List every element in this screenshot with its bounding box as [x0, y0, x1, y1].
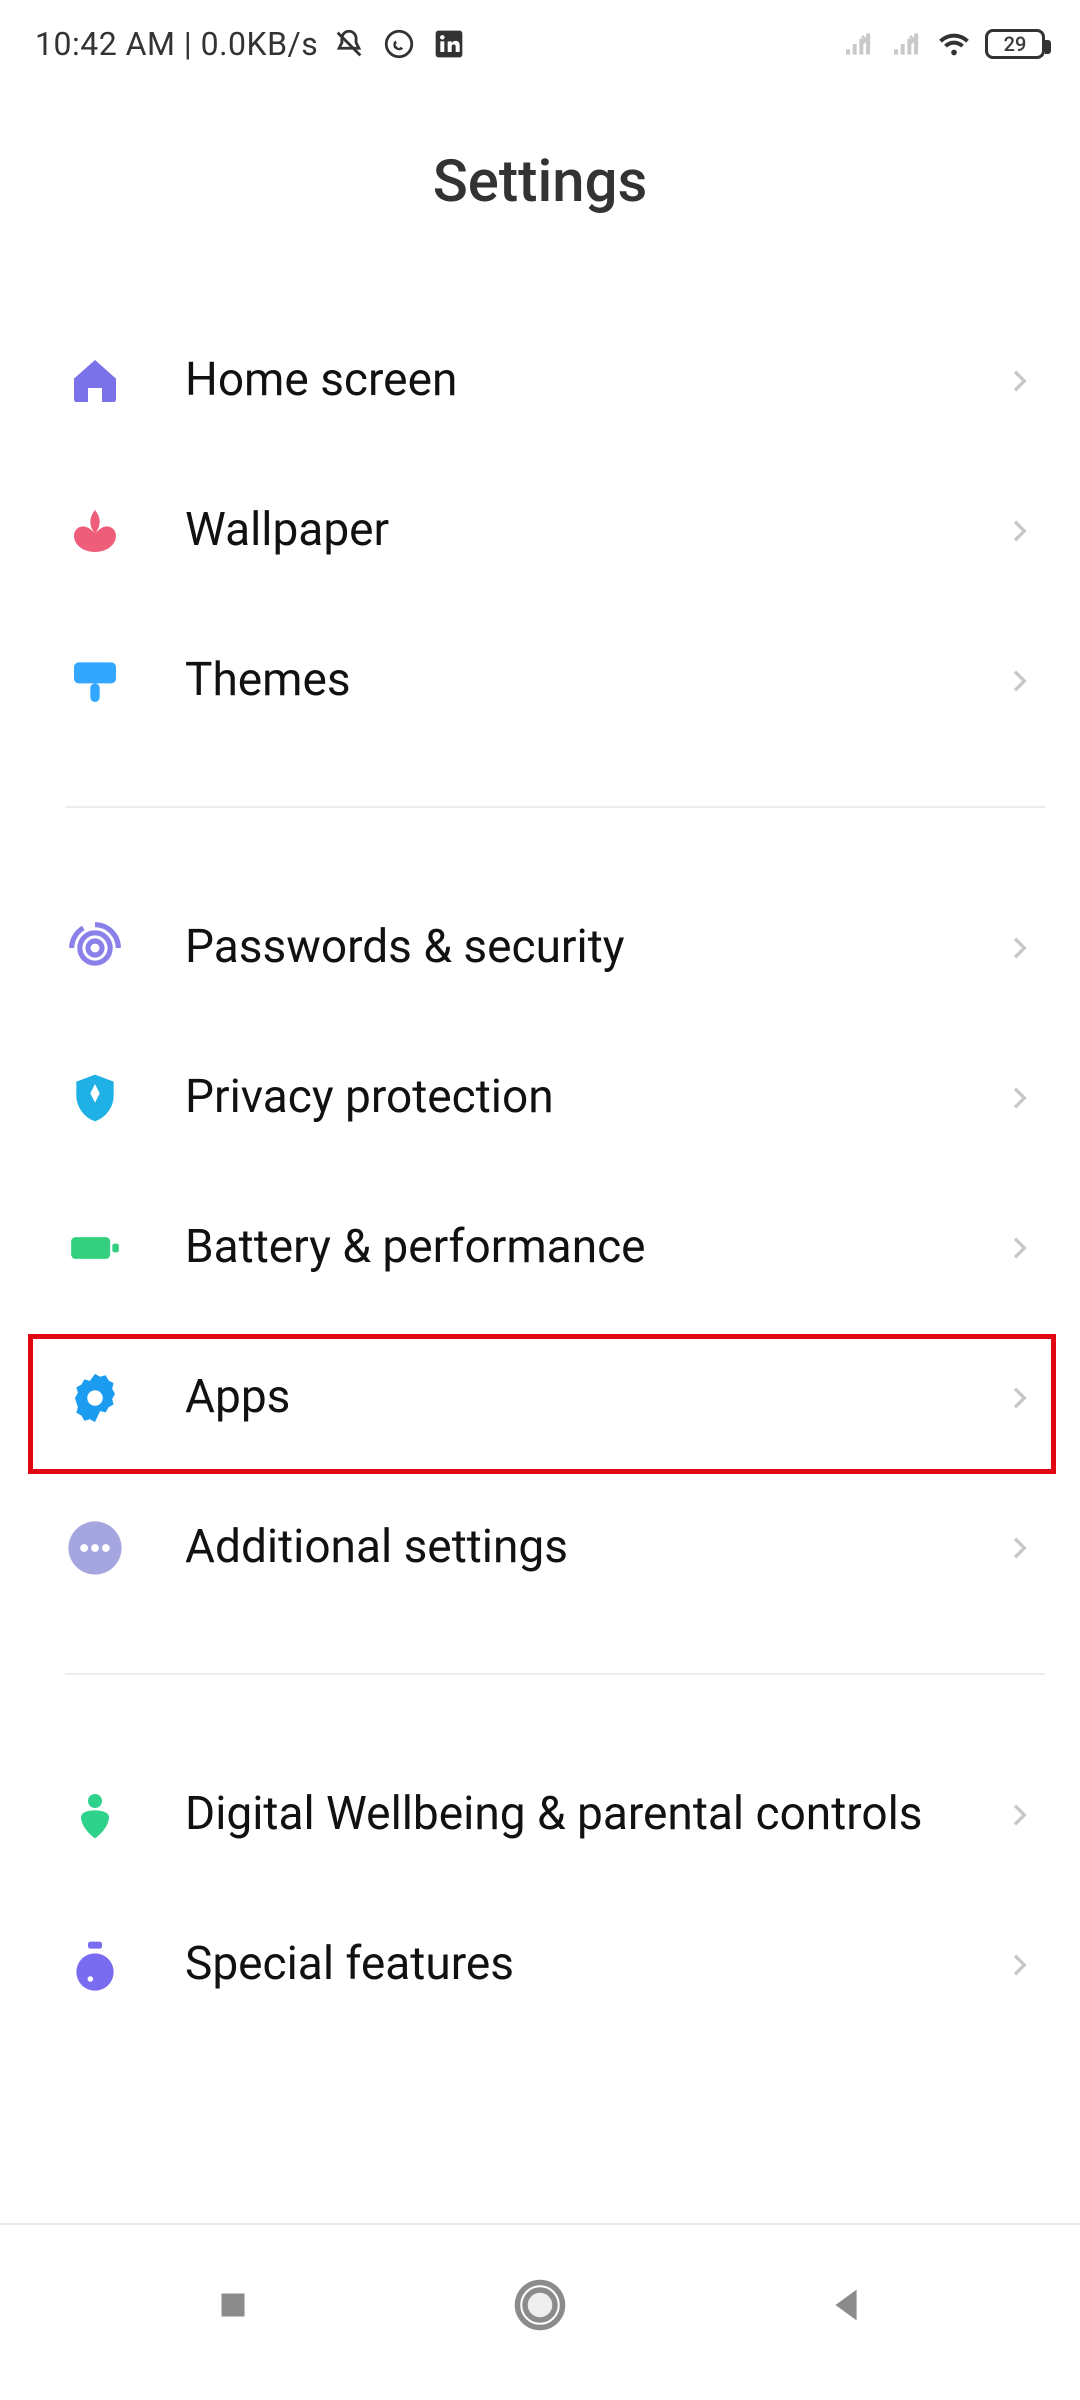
status-separator: |	[175, 25, 200, 63]
chevron-right-icon	[1003, 665, 1035, 697]
settings-group: Digital Wellbeing & parental controls Sp…	[35, 1730, 1045, 2050]
chevron-right-icon	[1003, 515, 1035, 547]
status-netspeed: 0.0KB/s	[201, 25, 319, 63]
settings-item-passwords-security[interactable]: Passwords & security	[35, 873, 1045, 1023]
settings-item-themes[interactable]: Themes	[35, 606, 1045, 756]
wifi-icon	[937, 27, 971, 61]
settings-item-label: Themes	[185, 652, 1003, 710]
settings-group: Passwords & security Privacy protection …	[35, 863, 1045, 1633]
settings-item-label: Wallpaper	[185, 502, 1003, 560]
silent-icon	[332, 27, 366, 61]
settings-group: Home screen Wallpaper Themes	[35, 296, 1045, 766]
page-title: Settings	[0, 88, 1080, 296]
chevron-right-icon	[1003, 1532, 1035, 1564]
tulip-icon	[60, 503, 130, 559]
settings-item-label: Privacy protection	[185, 1069, 1003, 1127]
nav-home-button[interactable]	[505, 2270, 575, 2340]
home-icon	[60, 353, 130, 409]
settings-item-label: Battery & performance	[185, 1219, 1003, 1277]
nav-recent-button[interactable]	[198, 2270, 268, 2340]
chevron-right-icon	[1003, 1232, 1035, 1264]
heart-person-icon	[60, 1787, 130, 1843]
settings-item-additional-settings[interactable]: Additional settings	[35, 1473, 1045, 1623]
settings-item-wallpaper[interactable]: Wallpaper	[35, 456, 1045, 606]
battery-indicator: 29	[985, 29, 1045, 59]
settings-item-label: Passwords & security	[185, 919, 1003, 977]
chevron-right-icon	[1003, 1082, 1035, 1114]
flask-icon	[60, 1937, 130, 1993]
settings-item-special-features[interactable]: Special features	[35, 1890, 1045, 2040]
chevron-right-icon	[1003, 1382, 1035, 1414]
settings-list: Home screen Wallpaper Themes Passwords &…	[0, 296, 1080, 2050]
bottom-divider	[0, 2223, 1080, 2225]
shield-icon	[60, 1070, 130, 1126]
gear-icon	[60, 1369, 130, 1427]
chevron-right-icon	[1003, 365, 1035, 397]
signal-2-icon	[889, 27, 923, 61]
settings-item-battery-performance[interactable]: Battery & performance	[35, 1173, 1045, 1323]
settings-item-home-screen[interactable]: Home screen	[35, 306, 1045, 456]
linkedin-icon	[432, 27, 466, 61]
whatsapp-icon	[382, 27, 416, 61]
dots-icon	[60, 1519, 130, 1577]
chevron-right-icon	[1003, 1949, 1035, 1981]
signal-1-icon	[841, 27, 875, 61]
settings-item-label: Additional settings	[185, 1519, 1003, 1577]
settings-item-label: Digital Wellbeing & parental controls	[185, 1786, 1003, 1844]
settings-item-label: Home screen	[185, 352, 1003, 410]
settings-item-digital-wellbeing[interactable]: Digital Wellbeing & parental controls	[35, 1740, 1045, 1890]
fingerprint-icon	[60, 920, 130, 976]
battery-icon	[60, 1222, 130, 1274]
group-divider	[65, 806, 1045, 808]
status-bar-left: 10:42 AM | 0.0KB/s	[35, 25, 466, 63]
status-time-value: 10:42 AM	[35, 25, 175, 63]
navigation-bar	[0, 2230, 1080, 2400]
battery-pct: 29	[1004, 32, 1027, 56]
status-bar: 10:42 AM | 0.0KB/s	[0, 0, 1080, 88]
settings-item-label: Special features	[185, 1936, 1003, 1994]
settings-item-apps[interactable]: Apps	[35, 1323, 1045, 1473]
nav-back-button[interactable]	[812, 2270, 882, 2340]
status-time: 10:42 AM | 0.0KB/s	[35, 25, 318, 63]
status-bar-right: 29	[841, 27, 1045, 61]
brush-icon	[60, 653, 130, 709]
settings-item-privacy-protection[interactable]: Privacy protection	[35, 1023, 1045, 1173]
chevron-right-icon	[1003, 932, 1035, 964]
group-divider	[65, 1673, 1045, 1675]
chevron-right-icon	[1003, 1799, 1035, 1831]
settings-item-label: Apps	[185, 1369, 1003, 1427]
